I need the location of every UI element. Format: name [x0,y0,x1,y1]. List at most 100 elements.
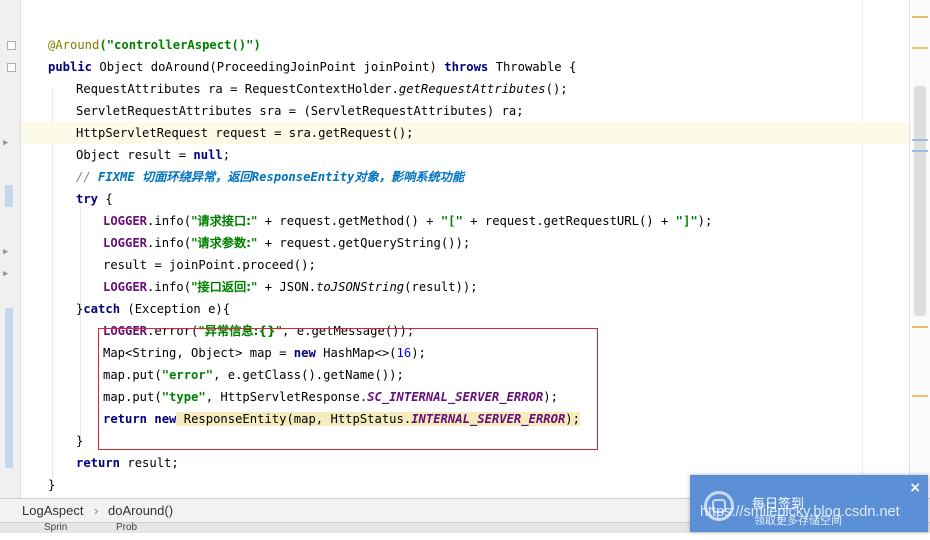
change-marker[interactable] [912,139,928,141]
code-line: RequestAttributes ra = RequestContextHol… [21,78,909,100]
logger-field: LOGGER [103,236,148,250]
static-field: SC_INTERNAL_SERVER_ERROR [367,390,544,404]
code-text: ResponseEntity(map, HttpStatus. [176,412,412,426]
code-line-current: HttpServletRequest request = sra.getRequ… [21,122,909,144]
code-text: .info( [147,280,192,294]
code-text: ); [543,390,558,404]
code-text: } [76,434,84,448]
string-literal: "请求接口:" [191,214,258,228]
breadcrumb-separator: › [94,503,99,518]
code-line-method-decl: public Object doAround(ProceedingJoinPoi… [21,56,909,78]
comment-text: 对象，影响系统功能 [354,170,465,184]
code-line: result = joinPoint.proceed(); [21,254,909,276]
comment-text: 切面环绕异常，返回 [142,170,252,184]
code-text: { [98,192,113,206]
keyword: public [48,60,93,74]
fold-toggle-icon[interactable] [7,63,16,72]
fold-arrow-icon[interactable]: ▶ [3,270,8,279]
code-line: map.put("error", e.getClass().getName())… [21,364,909,386]
code-line-return: return new ResponseEntity(map, HttpStatu… [21,408,909,430]
editor-gutter: ▶ ▶ ▶ [0,0,21,498]
code-text: ServletRequestAttributes sra = (ServletR… [76,104,524,118]
code-editor[interactable]: @Around("controllerAspect()") public Obj… [21,0,909,498]
change-marker[interactable] [912,150,928,152]
breadcrumb-class[interactable]: LogAspect [22,503,83,518]
breadcrumb-method[interactable]: doAround() [108,503,173,518]
code-text: HttpServletRequest request = sra.getRequ… [76,126,414,140]
code-text: .error( [147,324,199,338]
keyword: catch [83,302,121,316]
code-text: result; [120,456,179,470]
keyword: new [293,346,316,360]
annotation-token: @Around [48,38,100,52]
code-line-log: LOGGER.info("请求参数:" + request.getQuerySt… [21,232,909,254]
warning-marker[interactable] [912,326,928,328]
string-literal: "[" [440,214,463,228]
fold-arrow-icon[interactable]: ▶ [3,139,8,148]
code-text: ); [411,346,426,360]
string-literal: "请求参数:" [191,236,258,250]
change-marker [5,308,13,468]
code-text: Throwable { [488,60,577,74]
change-marker [5,185,13,207]
code-line: Map<String, Object> map = new HashMap<>(… [21,342,909,364]
keyword: throws [444,60,489,74]
code-text: RequestAttributes ra = RequestContextHol… [76,82,399,96]
string-literal: "type" [161,390,206,404]
warning-marker[interactable] [912,395,928,397]
code-text: + JSON. [257,280,317,294]
static-field: INTERNAL_SERVER_ERROR [411,412,566,426]
annotation-arg: ("controllerAspect()") [99,38,261,52]
code-line-log: LOGGER.error("异常信息:{}", e.getMessage()); [21,320,909,342]
logger-field: LOGGER [103,324,148,338]
code-line-log: LOGGER.info("接口返回:" + JSON.toJSONString(… [21,276,909,298]
keyword: null [193,148,223,162]
code-text: HashMap<>( [315,346,397,360]
comment-text: ResponseEntity [251,170,355,184]
logger-field: LOGGER [103,280,148,294]
warning-marker[interactable] [912,47,928,49]
close-icon[interactable]: × [909,480,921,496]
keyword: try [76,192,99,206]
todo-fixme: FIXME [98,170,143,184]
fold-arrow-icon[interactable]: ▶ [3,248,8,257]
number-literal: 16 [396,346,412,360]
code-text: Map<String, Object> map = [103,346,294,360]
code-text: .info( [147,214,192,228]
code-text: (); [545,82,568,96]
code-text: map.put( [103,390,162,404]
code-line: } [21,430,909,452]
code-text: } [48,478,56,492]
code-text: ; [222,148,231,162]
logger-field: LOGGER [103,214,148,228]
comment-slash: // [76,170,99,184]
code-line: Object result = null; [21,144,909,166]
vertical-scrollbar[interactable] [909,0,930,498]
keyword: return [76,456,121,470]
keyword: new [154,412,177,426]
keyword: return [103,412,148,426]
code-text: Object doAround(ProceedingJoinPoint join… [92,60,445,74]
code-text: toJSONString [316,280,405,294]
code-text: , HttpServletResponse. [205,390,368,404]
string-literal: "error" [161,368,214,382]
code-line-try: try { [21,188,909,210]
code-line-log: LOGGER.info("请求接口:" + request.getMethod(… [21,210,909,232]
code-text: (Exception e){ [120,302,231,316]
code-text: map.put( [103,368,162,382]
warning-marker[interactable] [912,16,928,18]
code-text: , e.getMessage()); [282,324,415,338]
string-literal: "异常信息:{}" [198,324,283,338]
watermark-text: https://smileplcky.blog.csdn.net [700,504,900,520]
code-text: + request.getRequestURL() + [462,214,676,228]
code-text: ); [565,412,580,426]
code-text: + request.getQueryString()); [257,236,471,250]
code-line-return: return result; [21,452,909,474]
code-text: result = joinPoint.proceed(); [103,258,316,272]
code-line: map.put("type", HttpServletResponse.SC_I… [21,386,909,408]
scrollbar-thumb[interactable] [914,86,926,316]
code-line-catch: }catch (Exception e){ [21,298,909,320]
fold-toggle-icon[interactable] [7,41,16,50]
code-text: (result)); [404,280,478,294]
code-text: Object result = [76,148,194,162]
